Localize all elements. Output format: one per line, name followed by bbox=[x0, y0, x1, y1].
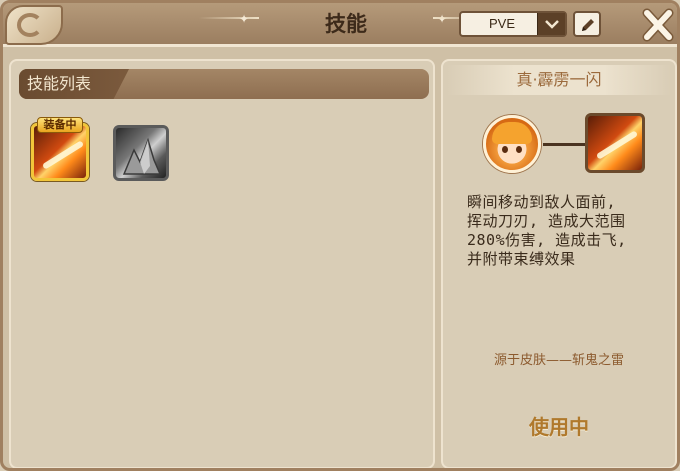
description-line: 280%伤害, 造成击飞, bbox=[467, 231, 627, 249]
title-container: 技能 bbox=[261, 9, 431, 39]
skill-name: 真·霹雳一闪 bbox=[447, 65, 671, 95]
window-header: ✦ 技能 ✦ PVE bbox=[3, 3, 677, 47]
skill-source: 源于皮肤——斩鬼之雷 bbox=[493, 353, 624, 368]
stone-spikes-icon bbox=[122, 137, 162, 175]
window-title: 技能 bbox=[325, 12, 367, 36]
skill-list-tab: 技能列表 bbox=[19, 69, 129, 99]
skill-list-panel: 技能列表 装备中 bbox=[9, 59, 435, 468]
skill-detail-panel: 真·霹雳一闪 瞬间移动到敌人面前, 挥动刀刃, 造成大范围 280%伤害, 造成… bbox=[441, 59, 677, 468]
mode-select-arrow[interactable] bbox=[537, 13, 565, 35]
title-divider-left bbox=[199, 17, 259, 19]
close-button[interactable] bbox=[639, 7, 677, 43]
in-use-status: 使用中 bbox=[529, 415, 589, 439]
description-line: 并附带束缚效果 bbox=[467, 250, 576, 268]
character-avatar bbox=[483, 115, 541, 173]
equipped-badge: 装备中 bbox=[37, 117, 83, 133]
pencil-icon bbox=[582, 19, 594, 31]
skill-list-header: 技能列表 bbox=[19, 69, 429, 99]
corner-ornament bbox=[5, 5, 63, 45]
flaming-blade-icon bbox=[595, 130, 639, 160]
edit-button[interactable] bbox=[573, 11, 601, 37]
star-ornament-icon: ✦ bbox=[437, 12, 448, 26]
star-ornament-icon: ✦ bbox=[239, 12, 250, 26]
chevron-down-icon bbox=[545, 20, 559, 29]
skill-slot-2[interactable] bbox=[113, 125, 169, 181]
skill-description: 瞬间移动到敌人面前, 挥动刀刃, 造成大范围 280%伤害, 造成击飞, 并附带… bbox=[467, 193, 667, 269]
avatar-hair bbox=[492, 122, 532, 144]
swirl-ornament-icon bbox=[17, 13, 43, 37]
description-line: 瞬间移动到敌人面前, bbox=[467, 193, 617, 211]
mode-select-value: PVE bbox=[489, 16, 516, 31]
avatar-skill-connector bbox=[543, 143, 585, 146]
mode-select[interactable]: PVE bbox=[459, 11, 567, 37]
description-line: 挥动刀刃, 造成大范围 bbox=[467, 212, 626, 230]
close-icon bbox=[642, 8, 674, 42]
flaming-blade-icon bbox=[41, 140, 85, 170]
selected-skill-icon bbox=[585, 113, 645, 173]
skill-window: ✦ 技能 ✦ PVE 技能列表 装备中 真·霹雳一闪 瞬间移动到敌人面前, 挥动… bbox=[0, 0, 680, 471]
avatar-eye bbox=[502, 146, 508, 153]
avatar-eye bbox=[516, 146, 522, 153]
